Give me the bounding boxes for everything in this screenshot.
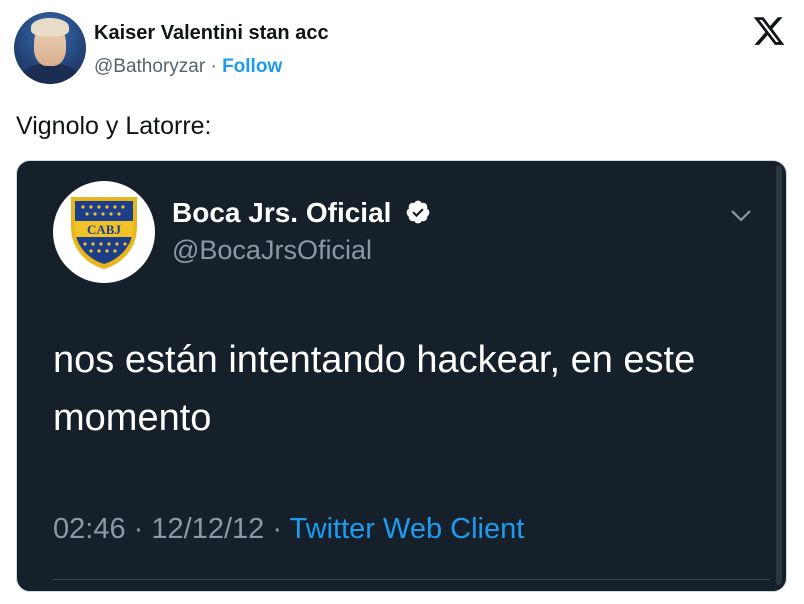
- verified-badge-icon: [406, 200, 430, 224]
- embedded-author-handle[interactable]: @BocaJrsOficial: [172, 235, 372, 266]
- post-header: Kaiser Valentini stan acc @Bathoryzar · …: [14, 12, 790, 88]
- embedded-author-name-text: Boca Jrs. Oficial: [172, 197, 392, 228]
- chevron-down-icon[interactable]: [730, 209, 752, 223]
- author-handle-row: @Bathoryzar · Follow: [94, 56, 282, 78]
- embedded-tweet-screenshot: CABJ Boca Jrs. Oficial @BocaJrsOficial n…: [16, 160, 787, 592]
- crest-text: CABJ: [87, 222, 121, 237]
- avatar[interactable]: [14, 12, 86, 84]
- tweet-client-link[interactable]: Twitter Web Client: [290, 513, 525, 545]
- author-name[interactable]: Kaiser Valentini stan acc: [94, 22, 329, 45]
- avatar-shirt: [22, 64, 78, 84]
- tweet-date[interactable]: 12/12/12: [151, 513, 264, 545]
- handle-separator: ·: [210, 56, 217, 77]
- post-text: Vignolo y Latorre:: [16, 112, 212, 140]
- boca-avatar[interactable]: CABJ: [53, 181, 155, 283]
- divider: [53, 579, 770, 580]
- embedded-tweet-meta: 02:46 · 12/12/12 · Twitter Web Client: [53, 513, 524, 546]
- author-handle[interactable]: @Bathoryzar: [94, 56, 205, 77]
- avatar-hair: [31, 18, 69, 36]
- tweet-time[interactable]: 02:46: [53, 513, 126, 545]
- meta-separator: ·: [133, 513, 144, 545]
- follow-button[interactable]: Follow: [222, 56, 282, 77]
- x-logo-icon[interactable]: [752, 14, 786, 48]
- embedded-author-name[interactable]: Boca Jrs. Oficial: [172, 197, 431, 229]
- embedded-tweet-text: nos están intentando hackear, en este mo…: [53, 339, 696, 439]
- cabj-crest-icon: CABJ: [71, 197, 137, 269]
- scrollbar: [776, 165, 782, 585]
- meta-separator: ·: [272, 513, 282, 545]
